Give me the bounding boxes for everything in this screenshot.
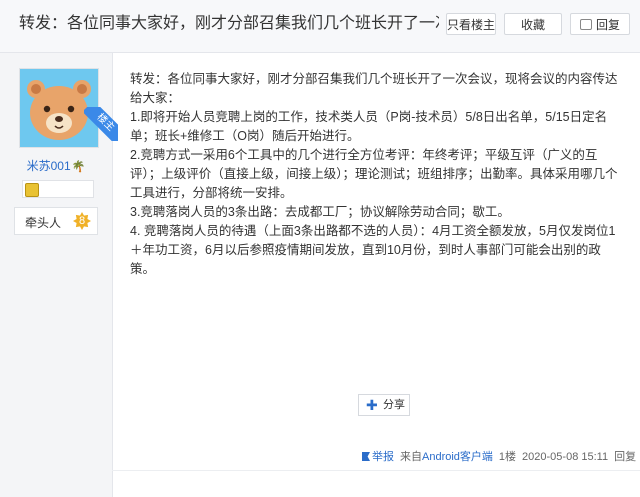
share-button[interactable]: ✚ 分享: [358, 394, 410, 416]
post-datetime: 2020-05-08 15:11: [522, 451, 609, 463]
thread-header: 转发：各位同事大家好，刚才分部召集我们几个班长开了一次会... 只看楼主 收藏 …: [0, 0, 640, 53]
reply-icon: [579, 19, 592, 30]
medal-row: [22, 180, 94, 198]
post-meta: 举报 来自Android客户端 1楼 2020-05-08 15:11 回复: [362, 448, 636, 464]
flag-icon: [362, 452, 370, 461]
client-link[interactable]: Android客户端: [422, 451, 493, 463]
medal-icon[interactable]: [25, 183, 39, 197]
palm-tree-icon: 🌴: [71, 161, 86, 173]
reply-button[interactable]: 回复: [570, 13, 630, 35]
share-label: 分享: [383, 399, 405, 411]
divider: [112, 470, 640, 471]
post-paragraph: 2.竞聘方式一采用6个工具中的几个进行全方位考评：年终考评；平级互评（广义的互评…: [130, 148, 618, 200]
level-label: 牵头人: [25, 216, 62, 230]
post-page: 转发：各位同事大家好，刚才分部召集我们几个班长开了一次会... 只看楼主 收藏 …: [0, 0, 640, 497]
author-name[interactable]: 米苏001: [27, 159, 71, 173]
reply-link[interactable]: 回复: [614, 451, 636, 463]
post-content: 转发：各位同事大家好，刚才分部召集我们几个班长开了一次会议，现将会议的内容传达给…: [130, 70, 620, 279]
post-paragraph: 4. 竞聘落岗人员的待遇（上面3条出路都不选的人员）：4月工资全额发放，5月仅发…: [130, 224, 616, 276]
reply-button-label: 回复: [595, 18, 620, 32]
report-link[interactable]: 举报: [362, 451, 394, 463]
post-paragraph: 3.竞聘落岗人员的3条出路：去成都工厂；协议解除劳动合同；歇工。: [130, 205, 510, 219]
op-corner-tag: 楼主: [84, 107, 118, 141]
thread-title: 转发：各位同事大家好，刚才分部召集我们几个班长开了一次会...: [19, 15, 439, 32]
client-source: 来自Android客户端: [400, 451, 493, 463]
post-paragraph: 1.即将开始人员竞聘上岗的工作，技术类人员（P岗-技术员）5/8日出名单，5/1…: [130, 110, 608, 143]
post-paragraph: 转发：各位同事大家好，刚才分部召集我们几个班长开了一次会议，现将会议的内容传达给…: [130, 72, 618, 105]
author-name-row: 米苏001🌴: [0, 157, 112, 174]
user-level: 牵头人 8: [14, 207, 98, 235]
share-icon: ✚: [366, 397, 378, 413]
floor-number: 1楼: [498, 451, 517, 463]
level-badge-icon: 8: [73, 212, 91, 230]
favorite-button[interactable]: 收藏: [504, 13, 562, 35]
author-sidebar: 楼主 米苏001🌴 牵头人 8: [0, 53, 118, 497]
only-op-button[interactable]: 只看楼主: [446, 13, 496, 35]
